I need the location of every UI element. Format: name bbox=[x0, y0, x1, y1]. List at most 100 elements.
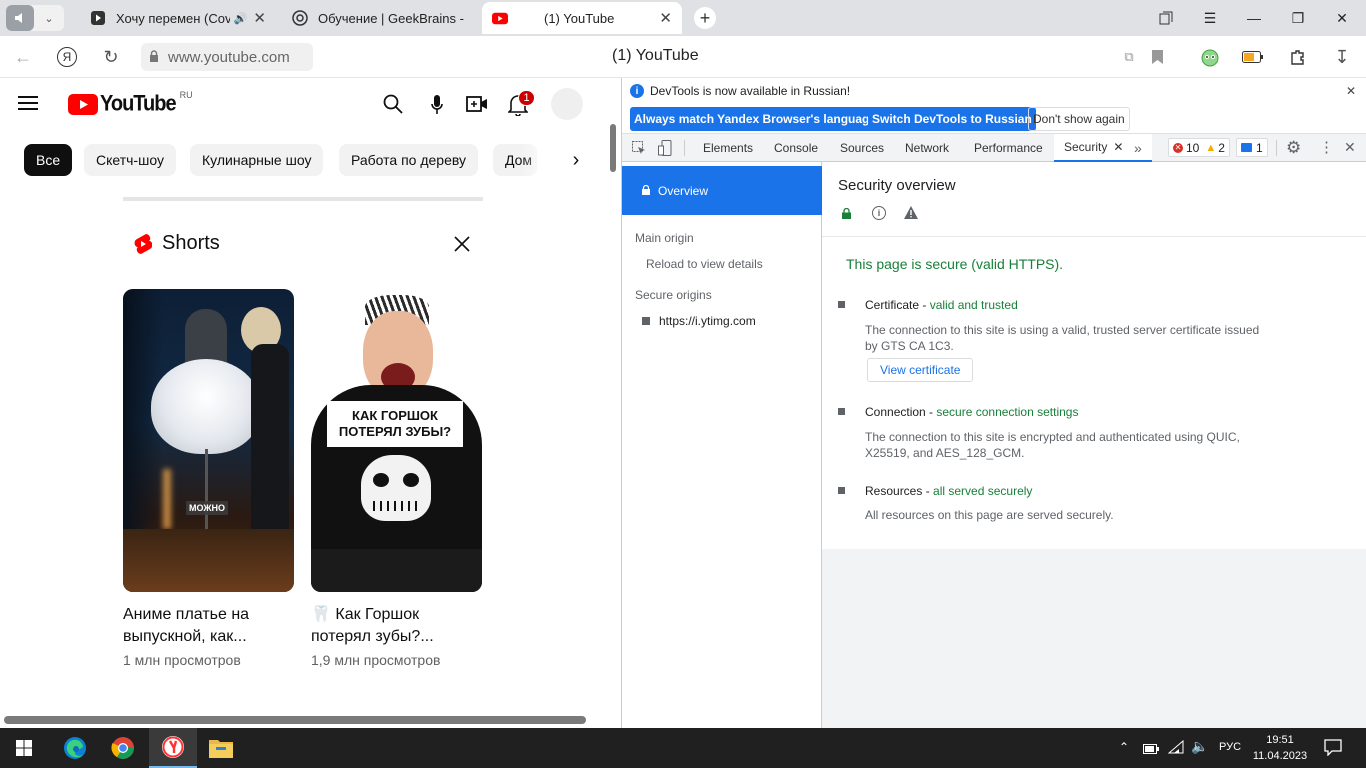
address-bar: ← Я ↻ www.youtube.com (1) YouTube ⧉ ↧ bbox=[0, 36, 1366, 78]
short-card[interactable]: КАК ГОРШОК ПОТЕРЯЛ ЗУБЫ? 🦷 Как Горшок по… bbox=[311, 289, 483, 668]
tab-security-label: Security bbox=[1064, 140, 1108, 154]
youtube-logo[interactable]: YouTube RU bbox=[68, 90, 193, 116]
close-tab-icon[interactable]: ✕ bbox=[1113, 140, 1123, 154]
sidebar-item-label: Overview bbox=[658, 183, 709, 198]
origin-url: https://i.ytimg.com bbox=[659, 314, 756, 328]
chevron-right-icon[interactable]: › bbox=[560, 148, 592, 172]
menu-icon[interactable]: ☰ bbox=[1190, 0, 1230, 36]
hamburger-menu-icon[interactable] bbox=[18, 96, 38, 110]
windows-start-icon[interactable] bbox=[0, 728, 48, 768]
yandex-button[interactable]: Я bbox=[50, 36, 84, 78]
chip-sketch[interactable]: Скетч-шоу bbox=[84, 144, 176, 176]
match-language-button[interactable]: Always match Yandex Browser's language bbox=[630, 107, 881, 131]
chrome-icon[interactable] bbox=[99, 728, 147, 768]
short-card[interactable]: МОЖНО Аниме платье на выпускной, как... … bbox=[123, 289, 295, 668]
reload-button[interactable]: ↻ bbox=[94, 36, 128, 78]
view-certificate-button[interactable]: View certificate bbox=[867, 358, 974, 382]
sidebar-section-secure-origins: Secure origins bbox=[635, 288, 712, 302]
shorts-title: Shorts bbox=[162, 232, 220, 254]
lock-icon bbox=[642, 184, 650, 198]
horizontal-scrollbar-thumb[interactable] bbox=[4, 716, 586, 724]
short-views: 1 млн просмотров bbox=[123, 652, 241, 668]
page-scrollbar-thumb[interactable] bbox=[610, 124, 616, 172]
short-thumbnail[interactable]: МОЖНО bbox=[123, 289, 294, 592]
sidebar-section-main-origin: Main origin bbox=[635, 231, 694, 245]
new-tab-button[interactable]: + bbox=[694, 7, 716, 29]
close-window-icon[interactable]: ✕ bbox=[1322, 0, 1362, 36]
shorts-icon bbox=[134, 233, 152, 254]
wifi-icon[interactable] bbox=[1167, 739, 1184, 757]
clock-date: 11.04.2023 bbox=[1252, 750, 1308, 762]
bookmark-icon[interactable] bbox=[1140, 36, 1174, 78]
clock[interactable]: 19:51 11.04.2023 bbox=[1252, 732, 1308, 764]
issues-counter[interactable]: ✕ 10 ▲ 2 bbox=[1168, 138, 1230, 157]
chips-fade bbox=[520, 138, 560, 182]
short-thumbnail[interactable]: КАК ГОРШОК ПОТЕРЯЛ ЗУБЫ? bbox=[311, 289, 482, 592]
shorts-header: Shorts bbox=[134, 232, 220, 255]
switch-russian-button[interactable]: Switch DevTools to Russian bbox=[868, 107, 1036, 131]
short-overlay-label: МОЖНО bbox=[186, 501, 229, 515]
tab-network[interactable]: Network bbox=[905, 134, 949, 162]
messages-counter[interactable]: 1 bbox=[1236, 138, 1268, 157]
create-video-icon[interactable] bbox=[466, 96, 488, 115]
close-shorts-icon[interactable] bbox=[453, 235, 473, 255]
notification-badge: 1 bbox=[518, 90, 535, 106]
battery-tray-icon[interactable] bbox=[1143, 742, 1159, 757]
close-tab-icon[interactable]: ✕ bbox=[659, 9, 672, 27]
device-toolbar-icon[interactable] bbox=[658, 140, 672, 159]
tab-performance[interactable]: Performance bbox=[974, 134, 1043, 162]
sidebar-item-overview[interactable]: Overview bbox=[622, 166, 822, 215]
short-overlay-label: ПОТЕРЯЛ ЗУБЫ? bbox=[338, 424, 452, 439]
inspect-element-icon[interactable] bbox=[632, 141, 646, 158]
close-infobar-icon[interactable]: ✕ bbox=[1346, 84, 1356, 98]
more-tabs-icon[interactable]: » bbox=[1134, 134, 1142, 162]
avatar[interactable] bbox=[551, 88, 583, 120]
divider bbox=[123, 197, 483, 201]
more-options-icon[interactable]: ⋮ bbox=[1319, 139, 1334, 156]
microphone-icon[interactable] bbox=[431, 95, 443, 118]
chip-woodwork[interactable]: Работа по дереву bbox=[339, 144, 479, 176]
short-title[interactable]: 🦷 Как Горшок потерял зубы?... bbox=[311, 604, 483, 648]
browser-tab-strip: ⌄ Хочу перемен (Cove 🔊 ✕ Обучение | Geek… bbox=[0, 0, 1366, 36]
search-icon[interactable] bbox=[383, 94, 403, 117]
restore-icon[interactable]: ❐ bbox=[1278, 0, 1318, 36]
warning-count: 2 bbox=[1218, 140, 1225, 155]
tab-elements[interactable]: Elements bbox=[703, 134, 753, 162]
bullet-icon bbox=[838, 487, 845, 494]
chevron-up-icon[interactable]: ⌃ bbox=[1119, 740, 1129, 754]
tab-sources[interactable]: Sources bbox=[840, 134, 884, 162]
back-button[interactable]: ← bbox=[6, 36, 40, 78]
file-explorer-icon[interactable] bbox=[197, 728, 245, 768]
clock-time: 19:51 bbox=[1266, 734, 1294, 746]
language-indicator[interactable]: РУС bbox=[1219, 741, 1241, 753]
download-icon[interactable]: ↧ bbox=[1325, 36, 1359, 78]
infobar-text: DevTools is now available in Russian! bbox=[650, 84, 851, 98]
settings-gear-icon[interactable]: ⚙ bbox=[1286, 139, 1301, 156]
dont-show-again-button[interactable]: Don't show again bbox=[1028, 107, 1130, 131]
sidebar-toggle-button[interactable]: ⌄ bbox=[6, 5, 64, 31]
collections-icon[interactable] bbox=[1146, 0, 1186, 36]
notifications-icon[interactable]: 1 bbox=[507, 90, 535, 119]
minimize-icon[interactable]: — bbox=[1234, 0, 1274, 36]
close-tab-icon[interactable]: ✕ bbox=[253, 9, 266, 27]
yandex-browser-icon[interactable] bbox=[149, 728, 197, 768]
url-field[interactable]: www.youtube.com bbox=[141, 43, 313, 71]
notification-center-icon[interactable] bbox=[1324, 739, 1342, 759]
extension-face-icon[interactable] bbox=[1193, 36, 1227, 78]
edge-icon[interactable] bbox=[51, 728, 99, 768]
tab-geekbrains[interactable]: Обучение | GeekBrains - о bbox=[282, 2, 478, 34]
chip-all[interactable]: Все bbox=[24, 144, 73, 176]
tab-console[interactable]: Console bbox=[774, 134, 818, 162]
tab-youtube[interactable]: (1) YouTube ✕ bbox=[482, 2, 682, 34]
connection-section: Connection - secure connection settings … bbox=[838, 405, 1365, 461]
short-title[interactable]: Аниме платье на выпускной, как... bbox=[123, 604, 295, 648]
close-devtools-icon[interactable]: ✕ bbox=[1344, 139, 1356, 156]
volume-icon[interactable]: 🔈 bbox=[1191, 738, 1208, 755]
extensions-icon[interactable] bbox=[1281, 36, 1315, 78]
battery-icon[interactable] bbox=[1236, 36, 1270, 78]
sidebar-item-origin[interactable]: https://i.ytimg.com bbox=[642, 314, 756, 328]
tab-title: Обучение | GeekBrains - о bbox=[318, 10, 468, 26]
lock-icon bbox=[149, 49, 159, 66]
tab-music[interactable]: Хочу перемен (Cove 🔊 ✕ bbox=[80, 2, 276, 34]
chip-cooking[interactable]: Кулинарные шоу bbox=[190, 144, 324, 176]
